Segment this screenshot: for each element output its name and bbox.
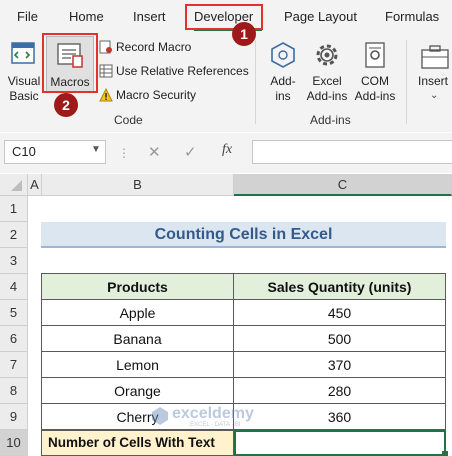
code-group-label: Code xyxy=(114,113,143,127)
addins-label-1: Add- xyxy=(270,74,296,88)
row-header-9[interactable]: 9 xyxy=(0,404,28,430)
product-cell[interactable]: Banana xyxy=(42,326,234,352)
visual-basic-icon xyxy=(10,40,40,68)
product-cell[interactable]: Lemon xyxy=(42,352,234,378)
row-header-3[interactable]: 3 xyxy=(0,248,28,274)
fill-handle[interactable] xyxy=(442,451,448,456)
row-header-4[interactable]: 4 xyxy=(0,274,28,300)
toolbox-icon xyxy=(420,44,450,70)
group-separator xyxy=(406,40,407,124)
com-addins-label-2: Add-ins xyxy=(354,89,396,103)
insert-function-icon[interactable]: fx xyxy=(222,142,232,158)
insert-controls-button[interactable]: Insert xyxy=(416,74,450,89)
header-sales-quantity[interactable]: Sales Quantity (units) xyxy=(234,274,446,300)
quantity-cell[interactable]: 280 xyxy=(234,378,446,404)
summary-value-cell[interactable] xyxy=(234,430,446,456)
excel-addins-button[interactable]: Excel Add-ins xyxy=(302,74,352,104)
visual-basic-label-1: Visual xyxy=(7,74,41,88)
relative-references-icon xyxy=(99,64,113,78)
row-header-6[interactable]: 6 xyxy=(0,326,28,352)
step-badge-1: 1 xyxy=(232,22,256,46)
row-header-1[interactable]: 1 xyxy=(0,196,28,222)
header-products[interactable]: Products xyxy=(42,274,234,300)
name-box-value: C10 xyxy=(12,144,36,159)
com-addins-button[interactable]: COM Add-ins xyxy=(352,74,398,104)
use-relative-references-button[interactable]: Use Relative References xyxy=(116,64,249,78)
gear-icon xyxy=(312,40,342,70)
select-all-corner[interactable] xyxy=(0,174,28,196)
dropdown-arrow-icon[interactable]: ▼ xyxy=(91,144,101,155)
chevron-down-icon: ⌄ xyxy=(430,90,439,101)
summary-label-cell[interactable]: Number of Cells With Text xyxy=(41,430,234,456)
com-addins-icon xyxy=(360,40,390,70)
addins-group-label: Add-ins xyxy=(310,113,351,127)
tab-page-layout[interactable]: Page Layout xyxy=(284,9,357,24)
watermark-name: exceldemy xyxy=(172,405,254,422)
column-header-c[interactable]: C xyxy=(234,174,452,196)
column-header-b[interactable]: B xyxy=(42,174,234,196)
addins-icon xyxy=(268,40,298,70)
tab-formulas[interactable]: Formulas xyxy=(385,9,439,24)
cancel-icon[interactable]: ✕ xyxy=(148,143,161,161)
name-box[interactable]: C10 ▼ xyxy=(4,140,106,164)
tab-insert[interactable]: Insert xyxy=(133,9,166,24)
watermark-tagline: EXCEL · DATA · BI xyxy=(190,422,241,428)
sheet-title[interactable]: Counting Cells in Excel xyxy=(41,222,446,248)
excel-addins-label-1: Excel xyxy=(312,74,342,88)
tab-file[interactable]: File xyxy=(17,9,38,24)
macro-security-button[interactable]: Macro Security xyxy=(116,88,196,102)
excel-addins-label-2: Add-ins xyxy=(306,89,348,103)
watermark-logo-icon xyxy=(152,407,168,425)
product-cell[interactable]: Orange xyxy=(42,378,234,404)
step-badge-2: 2 xyxy=(54,93,78,117)
warning-icon xyxy=(99,87,113,102)
confirm-icon[interactable]: ✓ xyxy=(184,143,197,161)
visual-basic-button[interactable]: Visual Basic xyxy=(4,74,44,104)
addins-label-2: ins xyxy=(275,89,291,103)
quantity-cell[interactable]: 500 xyxy=(234,326,446,352)
tab-home[interactable]: Home xyxy=(69,9,104,24)
quantity-cell[interactable]: 370 xyxy=(234,352,446,378)
group-separator xyxy=(255,40,256,124)
row-header-8[interactable]: 8 xyxy=(0,378,28,404)
macros-highlight xyxy=(42,33,98,93)
formula-input[interactable] xyxy=(252,140,452,164)
column-header-a[interactable]: A xyxy=(28,174,42,196)
quantity-cell[interactable]: 450 xyxy=(234,300,446,326)
row-header-5[interactable]: 5 xyxy=(0,300,28,326)
addins-button[interactable]: Add- ins xyxy=(262,74,304,104)
product-cell[interactable]: Apple xyxy=(42,300,234,326)
row-header-10[interactable]: 10 xyxy=(0,430,28,456)
quantity-cell[interactable]: 360 xyxy=(234,404,446,430)
com-addins-label-1: COM xyxy=(361,74,389,88)
visual-basic-label-2: Basic xyxy=(9,89,39,103)
record-macro-icon xyxy=(99,40,113,54)
row-header-7[interactable]: 7 xyxy=(0,352,28,378)
drag-handle-icon[interactable]: ⋮ xyxy=(118,146,130,160)
row-header-2[interactable]: 2 xyxy=(0,222,28,248)
record-macro-button[interactable]: Record Macro xyxy=(116,40,191,54)
